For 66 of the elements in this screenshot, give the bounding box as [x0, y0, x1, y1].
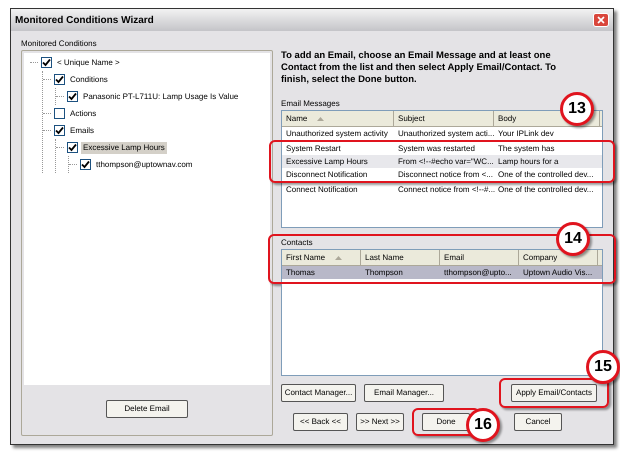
- tree-item[interactable]: Emails: [68, 124, 96, 136]
- column-header[interactable]: Email: [440, 250, 519, 265]
- list-cell-text: Connect notice from <!--#...: [397, 184, 494, 194]
- column-label: Body: [498, 112, 516, 124]
- tree-item[interactable]: tthompson@uptownav.com: [94, 158, 194, 170]
- close-icon: [597, 16, 605, 24]
- column-label: Last Name: [365, 252, 404, 264]
- list-cell-text: Your IPLink dev: [497, 128, 555, 138]
- list-cell-text: Thompson: [364, 268, 404, 278]
- dialog-button[interactable]: << Back <<: [293, 413, 348, 431]
- checkbox[interactable]: [67, 91, 78, 102]
- list-cell-text: tthompson@upto...: [443, 268, 513, 278]
- column-label: Email: [444, 252, 464, 264]
- column-header[interactable]: First Name: [282, 250, 361, 265]
- list-row[interactable]: Unauthorized system activity Unauthorized system acti... Your IPLink dev: [282, 127, 602, 140]
- column-label: Subject: [398, 112, 425, 124]
- column-header[interactable]: Last Name: [361, 250, 440, 265]
- checkbox[interactable]: [80, 159, 91, 170]
- tree-item[interactable]: Conditions: [68, 74, 110, 86]
- list-cell-text: From <!--#echo var="WC...: [397, 156, 494, 166]
- instructions-text: To add an Email, choose an Email Message and at least one Contact from the list and then select Apply Email/Contact. To finish, select the Done button.: [281, 50, 558, 86]
- list-cell-text: Thomas: [285, 268, 316, 278]
- list-cell-text: Disconnect Notification: [285, 170, 368, 180]
- checkbox[interactable]: [67, 142, 78, 153]
- tree-item[interactable]: < Unique Name >: [55, 56, 122, 68]
- list-cell-text: Disconnect notice from <...: [397, 170, 494, 180]
- checkbox[interactable]: [54, 108, 65, 119]
- list-cell-text: Unauthorized system acti...: [397, 128, 494, 138]
- list-cell-text: One of the controlled dev...: [497, 184, 594, 194]
- close-button[interactable]: [593, 13, 609, 27]
- dialog-button[interactable]: Delete Email: [106, 400, 188, 418]
- list-cell-text: The system has: [497, 144, 556, 154]
- dialog-button[interactable]: Email Manager...: [364, 384, 444, 402]
- window-title: Monitored Conditions Wizard: [15, 14, 154, 28]
- column-label: First Name: [286, 252, 326, 264]
- column-label: Name: [286, 112, 308, 124]
- tree-item[interactable]: Actions: [68, 108, 98, 120]
- list-cell-text: System Restart: [285, 144, 342, 154]
- list-cell-text: System was restarted: [397, 144, 476, 154]
- list-cell-text: Uptown Audio Vis...: [522, 268, 594, 278]
- list-cell-text: Lamp hours for a: [497, 156, 560, 166]
- list-row[interactable]: Connect Notification Connect notice from <!--#... One of the controlled dev...: [282, 183, 602, 196]
- list-cell-text: Connect Notification: [285, 184, 359, 194]
- list-row[interactable]: Excessive Lamp Hours From <!--#echo var="WC... Lamp hours for a: [282, 155, 602, 168]
- group-label: Monitored Conditions: [21, 38, 98, 50]
- dialog-button[interactable]: Apply Email/Contacts: [511, 384, 597, 402]
- section-label: Contacts: [281, 237, 313, 249]
- list-cell-text: Unauthorized system activity: [285, 128, 389, 138]
- dialog-button[interactable]: Contact Manager...: [281, 384, 356, 402]
- column-label: Company: [523, 252, 558, 264]
- list-row[interactable]: Thomas Thompson tthompson@upto... Uptown Audio Vis...: [282, 266, 602, 279]
- section-label: Email Messages: [281, 98, 340, 110]
- checkbox[interactable]: [54, 74, 65, 85]
- dialog-button[interactable]: Done: [422, 413, 470, 431]
- dialog-button[interactable]: Cancel: [514, 413, 562, 431]
- list-row[interactable]: Disconnect Notification Disconnect notice from <... One of the controlled dev...: [282, 168, 602, 181]
- tree-item[interactable]: Excessive Lamp Hours: [81, 142, 167, 154]
- list-row[interactable]: System Restart System was restarted The system has: [282, 142, 602, 155]
- dialog-button[interactable]: >> Next >>: [356, 413, 404, 431]
- column-header[interactable]: Name: [282, 111, 394, 126]
- tree-item[interactable]: Panasonic PT-L711U: Lamp Usage Is Value: [81, 90, 240, 102]
- list-cell-text: One of the controlled dev...: [497, 170, 594, 180]
- column-header[interactable]: Subject: [394, 111, 494, 126]
- list-cell-text: Excessive Lamp Hours: [285, 156, 369, 166]
- checkbox[interactable]: [41, 57, 52, 68]
- checkbox[interactable]: [54, 125, 65, 136]
